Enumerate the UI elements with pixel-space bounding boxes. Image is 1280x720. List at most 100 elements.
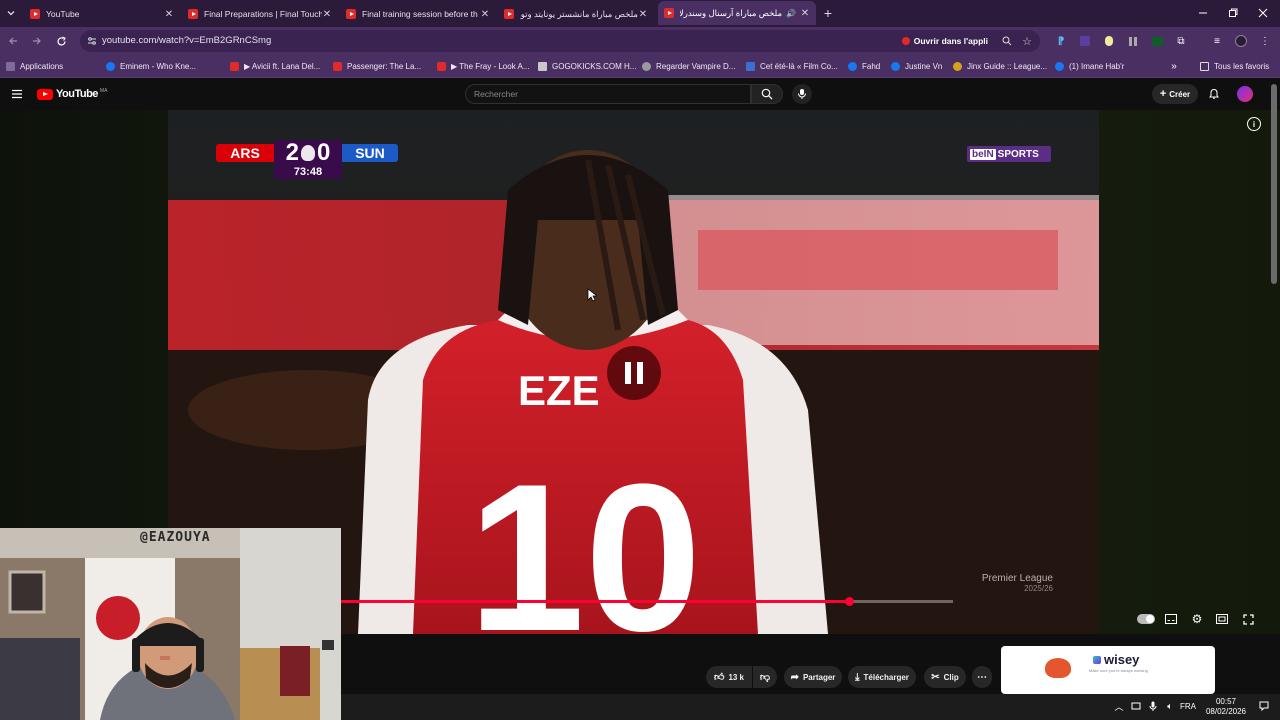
country-code: MA <box>99 88 108 94</box>
tab-arsenal-summary[interactable]: ملخص مباراة آرسنال وسندرلا 🔊 ✕ <box>658 1 816 25</box>
settings-gear-icon[interactable]: ⚙ <box>1190 612 1204 626</box>
share-label: Partager <box>802 672 836 682</box>
close-icon[interactable]: ✕ <box>322 9 332 20</box>
webcam-overlay <box>0 528 341 720</box>
media-queue-icon[interactable]: ≡ <box>1210 34 1224 48</box>
bookmark-eminem[interactable]: Eminem - Who Kne... <box>106 60 196 73</box>
progress-scrubber[interactable] <box>844 597 854 606</box>
tab-manutd-summary[interactable]: ملخص مباراة مانشستر يونايتد وتو ✕ <box>498 3 654 25</box>
zoom-search-icon[interactable] <box>1000 34 1014 48</box>
profile-avatar[interactable] <box>1234 34 1248 48</box>
close-window-icon[interactable] <box>1256 6 1270 20</box>
notification-center-icon[interactable] <box>1258 700 1270 712</box>
address-bar[interactable]: youtube.com/watch?v=EmB2GRnCSmg Ouvrir d… <box>80 30 1040 52</box>
tab-final-preparations[interactable]: Final Preparations | Final Touch ✕ <box>182 3 338 25</box>
new-tab-button[interactable]: + <box>820 5 836 21</box>
account-avatar[interactable] <box>1237 86 1253 102</box>
voice-search-button[interactable] <box>792 84 812 104</box>
extension-3-icon[interactable] <box>1102 34 1116 48</box>
extension-pause-icon[interactable] <box>1126 34 1140 48</box>
extension-4-icon[interactable] <box>1150 34 1164 48</box>
like-count: 13 k <box>728 672 745 682</box>
home-team-code: ARS <box>230 145 260 161</box>
dislike-button[interactable]: 👎︎ <box>753 666 777 688</box>
system-clock[interactable]: 00:57 08/02/2026 <box>1206 697 1246 717</box>
bookmark-label: Applications <box>20 62 64 71</box>
clip-button[interactable]: ✂ Clip <box>924 666 966 688</box>
more-bookmarks-chevron-icon[interactable]: » <box>1168 59 1180 73</box>
download-button[interactable]: ⤓ Télécharger <box>848 666 916 688</box>
premier-league-lion-icon <box>301 145 315 161</box>
close-icon[interactable]: ✕ <box>164 9 174 20</box>
bookmark-label: Cet été-là « Film Co... <box>760 62 838 71</box>
tab-final-training[interactable]: Final training session before th ✕ <box>340 3 496 25</box>
search-button[interactable] <box>751 84 783 104</box>
bookmark-passenger[interactable]: Passenger: The La... <box>333 60 421 73</box>
bookmark-cet-ete-la[interactable]: Cet été-là « Film Co... <box>746 60 838 73</box>
bookmark-applications[interactable]: Applications <box>6 60 63 73</box>
volume-icon[interactable]: 🔈︎ <box>1164 700 1176 712</box>
share-button[interactable]: ➦ Partager <box>784 666 842 688</box>
subtitles-icon[interactable] <box>1164 612 1178 626</box>
input-language[interactable]: FRA <box>1180 702 1196 711</box>
league-icon <box>953 62 962 71</box>
bookmark-all-favorites[interactable]: Tous les favoris <box>1200 60 1269 73</box>
autoplay-toggle[interactable] <box>1137 614 1155 624</box>
more-actions-button[interactable]: ⋯ <box>972 666 992 688</box>
close-icon[interactable]: ✕ <box>800 8 810 19</box>
back-icon[interactable] <box>6 34 20 48</box>
info-icon[interactable]: i <box>1247 117 1261 131</box>
microphone-tray-icon[interactable] <box>1147 700 1159 712</box>
page-scrollbar[interactable] <box>1271 84 1277 284</box>
extension-2-icon[interactable] <box>1078 34 1092 48</box>
bookmark-label: ▶ The Fray - Look A... <box>451 62 530 71</box>
tray-chevron-up-icon[interactable]: ︿ <box>1113 700 1125 712</box>
tab-title: ملخص مباراة مانشستر يونايتد وتو <box>520 8 638 19</box>
minimize-icon[interactable] <box>1196 6 1210 20</box>
mouse-cursor-icon <box>587 288 597 302</box>
ad-card[interactable]: wisey Make sure you're always working <box>1001 646 1215 694</box>
youtube-logo[interactable]: YouTube MA <box>37 88 107 100</box>
away-team-code: SUN <box>355 145 385 161</box>
open-in-app-button[interactable]: Ouvrir dans l'appli <box>901 34 988 48</box>
progress-bar[interactable] <box>341 597 953 606</box>
clip-label: Clip <box>943 672 959 682</box>
away-score: 0 <box>317 139 331 166</box>
bookmark-jinx-guide[interactable]: Jinx Guide :: League... <box>953 60 1047 73</box>
bookmark-gogokicks[interactable]: GOGOKICKS.COM H... <box>538 60 636 73</box>
extensions-puzzle-icon[interactable]: ⧉ <box>1174 34 1188 48</box>
site-info-icon[interactable] <box>86 35 98 47</box>
bookmark-label: Tous les favoris <box>1214 62 1270 71</box>
tab-search-chevron-icon[interactable] <box>4 6 18 20</box>
forward-icon[interactable] <box>30 34 44 48</box>
bookmark-vampire-diaries[interactable]: Regarder Vampire D... <box>642 60 735 73</box>
reload-icon[interactable] <box>54 34 68 48</box>
create-button[interactable]: + Créer <box>1152 84 1198 104</box>
close-icon[interactable]: ✕ <box>638 9 648 20</box>
speaker-icon[interactable]: 🔊 <box>786 9 796 18</box>
bookmark-fahd[interactable]: Fahd <box>848 60 880 73</box>
network-icon[interactable] <box>1130 700 1142 712</box>
restore-icon[interactable] <box>1226 6 1240 20</box>
apps-grid-icon <box>6 62 15 71</box>
star-bookmark-icon[interactable]: ☆ <box>1020 34 1034 48</box>
notifications-bell-icon[interactable] <box>1207 87 1221 101</box>
watermark-title: Premier League <box>981 573 1053 584</box>
bookmark-label: Fahd <box>862 62 881 71</box>
windows-taskbar: ︿ 🔈︎ FRA 00:57 08/02/2026 <box>341 694 1280 720</box>
hamburger-menu-icon[interactable] <box>10 87 24 101</box>
bookmark-imane[interactable]: (1) Imane Hab'r <box>1055 60 1124 73</box>
miniplayer-icon[interactable] <box>1215 612 1229 626</box>
browser-menu-icon[interactable]: ⋮ <box>1258 34 1272 48</box>
tab-youtube[interactable]: YouTube ✕ <box>24 3 180 25</box>
extension-1-icon[interactable]: ⁋ <box>1054 34 1068 48</box>
pause-overlay-icon[interactable] <box>607 346 661 400</box>
bookmark-justine[interactable]: Justine Vn <box>891 60 942 73</box>
like-button[interactable]: 👍︎ 13 k <box>706 666 752 688</box>
bookmark-the-fray[interactable]: ▶ The Fray - Look A... <box>437 60 529 73</box>
fullscreen-icon[interactable] <box>1241 612 1255 626</box>
bookmark-avicii[interactable]: ▶ Avicii ft. Lana Del... <box>230 60 320 73</box>
close-icon[interactable]: ✕ <box>480 9 490 20</box>
search-input[interactable] <box>466 85 750 103</box>
scorebug-home-team: ARS <box>216 144 274 162</box>
